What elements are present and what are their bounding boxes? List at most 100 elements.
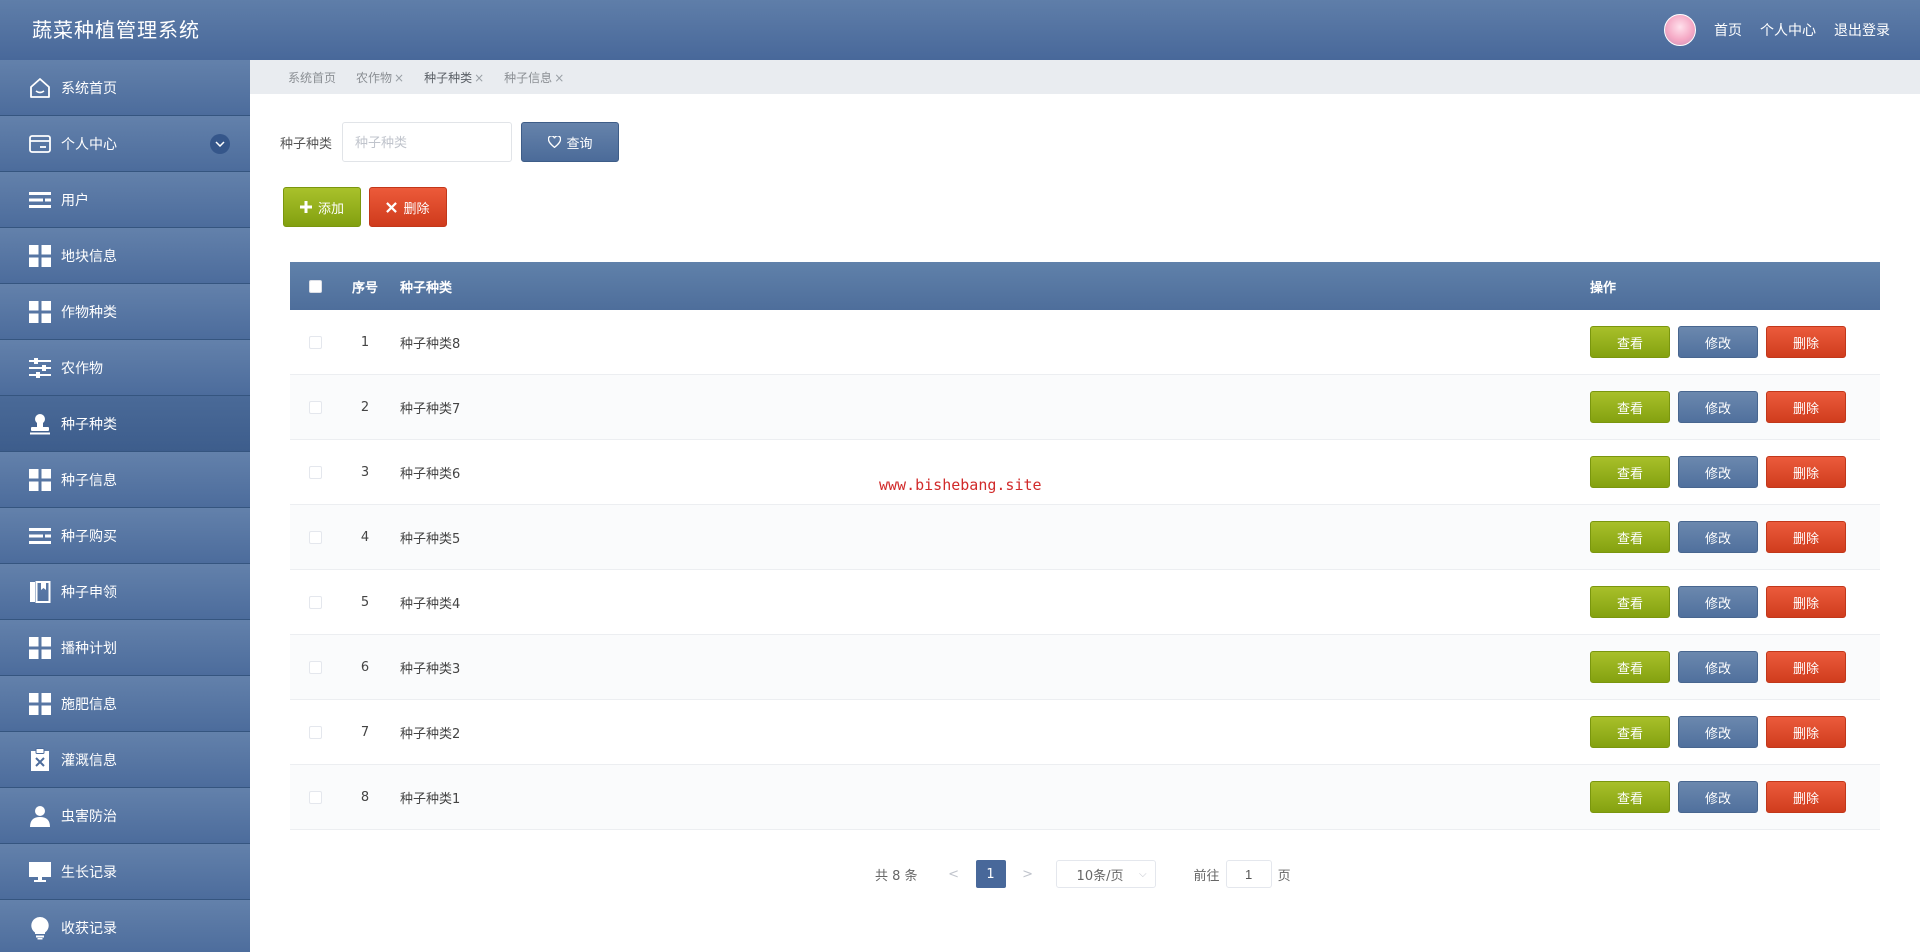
sidebar-item-label: 种子种类 <box>61 416 117 433</box>
view-button[interactable]: 查看 <box>1590 586 1670 618</box>
book-icon <box>27 579 53 605</box>
watermark: www.bishebang.site <box>879 476 1042 494</box>
query-button[interactable]: 查询 <box>521 122 620 162</box>
delete-button[interactable]: 删除 <box>1766 586 1846 618</box>
edit-button[interactable]: 修改 <box>1678 651 1758 683</box>
bulb-icon <box>27 915 53 941</box>
batch-delete-label: 删除 <box>403 201 430 217</box>
delete-button[interactable]: 删除 <box>1766 456 1846 488</box>
header-link-profile[interactable]: 个人中心 <box>1760 20 1816 40</box>
sidebar-item-13[interactable]: 虫害防治 <box>0 788 250 844</box>
sidebar-item-0[interactable]: 系统首页 <box>0 60 250 116</box>
edit-button[interactable]: 修改 <box>1678 781 1758 813</box>
sidebar-item-4[interactable]: 作物种类 <box>0 284 250 340</box>
row-checkbox[interactable] <box>308 465 322 479</box>
search-input[interactable] <box>342 122 513 162</box>
edit-button[interactable]: 修改 <box>1678 391 1758 423</box>
edit-button[interactable]: 修改 <box>1678 716 1758 748</box>
delete-button[interactable]: 删除 <box>1766 716 1846 748</box>
view-button[interactable]: 查看 <box>1590 391 1670 423</box>
data-table: 序号 种子种类 操作 1 种子种类8 查看 修改 删除 2 种子种类7 查看 修改 删除 3 种子种类… <box>290 262 1880 830</box>
tab-tag-1[interactable]: 农作物 × <box>356 69 404 86</box>
list-icon <box>27 523 53 549</box>
row-checkbox[interactable] <box>308 660 322 674</box>
view-button[interactable]: 查看 <box>1590 456 1670 488</box>
edit-button[interactable]: 修改 <box>1678 456 1758 488</box>
avatar[interactable] <box>1664 14 1696 46</box>
sidebar-item-6[interactable]: 种子种类 <box>0 396 250 452</box>
view-button[interactable]: 查看 <box>1590 651 1670 683</box>
sidebar-item-label: 收获记录 <box>61 920 117 937</box>
close-icon[interactable]: × <box>474 71 484 85</box>
sidebar-item-2[interactable]: 用户 <box>0 172 250 228</box>
edit-button[interactable]: 修改 <box>1678 586 1758 618</box>
header-link-logout[interactable]: 退出登录 <box>1834 20 1890 40</box>
edit-button[interactable]: 修改 <box>1678 521 1758 553</box>
sidebar: 系统首页 个人中心 用户 地块信息 作物种类 农作物种子种类种子信息种子购买种子申领播种计… <box>0 60 250 952</box>
select-all-checkbox[interactable] <box>308 279 322 293</box>
goto-page-input[interactable] <box>1225 860 1272 888</box>
sidebar-item-9[interactable]: 种子申领 <box>0 564 250 620</box>
home-icon <box>27 75 53 101</box>
grid-icon <box>27 691 53 717</box>
edit-button[interactable]: 修改 <box>1678 326 1758 358</box>
delete-button[interactable]: 删除 <box>1766 326 1846 358</box>
pagination-total: 共 8 条 <box>875 868 918 884</box>
row-checkbox[interactable] <box>308 400 322 414</box>
tab-tag-label: 农作物 <box>356 70 393 85</box>
view-button[interactable]: 查看 <box>1590 326 1670 358</box>
row-checkbox[interactable] <box>308 595 322 609</box>
delete-button[interactable]: 删除 <box>1766 391 1846 423</box>
delete-button[interactable]: 删除 <box>1766 521 1846 553</box>
page-size-value: 10条/页 <box>1076 868 1124 884</box>
row-checkbox[interactable] <box>308 790 322 804</box>
tab-tag-label: 系统首页 <box>288 70 337 85</box>
row-checkbox[interactable] <box>308 725 322 739</box>
chevron-down-icon[interactable] <box>210 133 230 154</box>
delete-button[interactable]: 删除 <box>1766 781 1846 813</box>
delete-button[interactable]: 删除 <box>1766 651 1846 683</box>
sidebar-item-label: 种子申领 <box>61 584 117 601</box>
add-button[interactable]: 添加 <box>283 187 361 227</box>
sidebar-item-15[interactable]: 收获记录 <box>0 900 250 952</box>
chevron-down-icon: ⌵ <box>1138 868 1147 880</box>
stamp-icon <box>27 411 53 437</box>
view-button[interactable]: 查看 <box>1590 716 1670 748</box>
view-button[interactable]: 查看 <box>1590 781 1670 813</box>
sidebar-item-11[interactable]: 施肥信息 <box>0 676 250 732</box>
sidebar-item-12[interactable]: 灌溉信息 <box>0 732 250 788</box>
view-button[interactable]: 查看 <box>1590 521 1670 553</box>
row-checkbox[interactable] <box>308 530 322 544</box>
tab-tag-0[interactable]: 系统首页 <box>288 69 336 86</box>
row-index: 6 <box>360 659 370 675</box>
header-link-home[interactable]: 首页 <box>1714 20 1742 40</box>
sidebar-item-1[interactable]: 个人中心 <box>0 116 250 172</box>
close-icon[interactable]: × <box>554 71 564 85</box>
app-title: 蔬菜种植管理系统 <box>32 18 200 42</box>
sidebar-item-7[interactable]: 种子信息 <box>0 452 250 508</box>
row-checkbox[interactable] <box>308 335 322 349</box>
sidebar-item-3[interactable]: 地块信息 <box>0 228 250 284</box>
table-row: 6 种子种类3 查看 修改 删除 <box>290 635 1880 700</box>
page-size-select[interactable]: 10条/页 ⌵ <box>1055 860 1156 888</box>
tab-tag-2[interactable]: 种子种类 × <box>424 69 484 86</box>
page-number-1[interactable]: 1 <box>975 860 1006 888</box>
sidebar-item-14[interactable]: 生长记录 <box>0 844 250 900</box>
row-ops: 查看 修改 删除 <box>1590 781 1880 813</box>
sidebar-item-8[interactable]: 种子购买 <box>0 508 250 564</box>
sidebar-item-label: 种子购买 <box>61 528 117 545</box>
goto-page: 前往 页 <box>1194 860 1291 888</box>
table-row: 8 种子种类1 查看 修改 删除 <box>290 765 1880 830</box>
batch-delete-button[interactable]: 删除 <box>369 187 447 227</box>
card-icon <box>27 131 53 157</box>
heart-icon <box>547 136 561 148</box>
pagination: 共 8 条 < 1 > 10条/页 ⌵ 前往 页 <box>875 860 1291 888</box>
next-page-button[interactable]: > <box>1014 860 1042 888</box>
sidebar-item-10[interactable]: 播种计划 <box>0 620 250 676</box>
close-icon[interactable]: × <box>394 71 404 85</box>
table-body: 1 种子种类8 查看 修改 删除 2 种子种类7 查看 修改 删除 3 种子种类6 查看 修改 删除 4 种子种… <box>290 310 1880 830</box>
sidebar-item-label: 灌溉信息 <box>61 752 117 769</box>
sidebar-item-5[interactable]: 农作物 <box>0 340 250 396</box>
tab-tag-3[interactable]: 种子信息 × <box>504 69 564 86</box>
prev-page-button[interactable]: < <box>940 860 968 888</box>
